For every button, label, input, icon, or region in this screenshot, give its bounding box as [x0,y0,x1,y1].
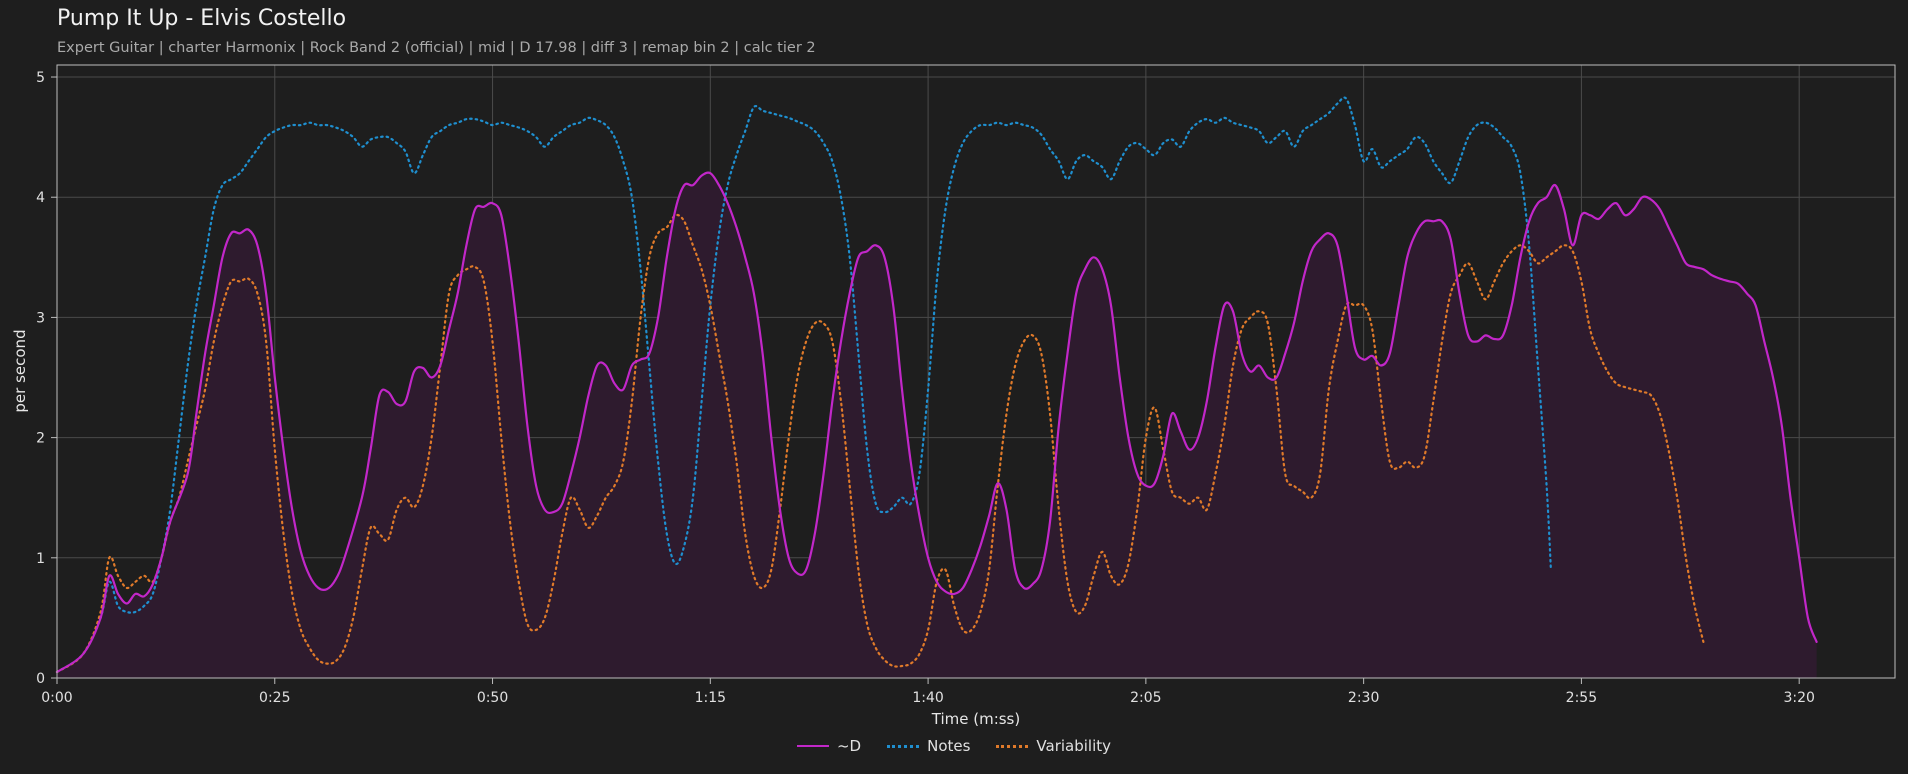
x-tick-label: 0:25 [259,690,290,706]
legend-swatch-d [796,745,829,747]
x-tick-label: 2:55 [1566,690,1597,706]
x-tick-label: 1:15 [695,690,726,706]
x-tick-label: 2:05 [1130,690,1161,706]
x-tick-label: 1:40 [912,690,943,706]
legend: ~D Notes Variability [0,737,1908,755]
legend-swatch-notes [887,744,920,748]
legend-label-d: ~D [836,737,862,755]
y-tick-label: 4 [36,190,45,206]
legend-item-notes[interactable]: Notes [887,737,970,755]
x-tick-label: 2:30 [1348,690,1379,706]
legend-label-variability: Variability [1036,737,1112,755]
y-tick-label: 2 [36,431,45,447]
fill-layer [57,172,1817,678]
x-tick-label: 0:50 [477,690,508,706]
x-tick-label: 3:20 [1783,690,1814,706]
legend-item-variability[interactable]: Variability [996,737,1111,755]
x-tick-label: 0:00 [41,690,72,706]
series-d-area [57,172,1817,678]
legend-swatch-variability [996,744,1029,748]
line-chart: 0:00 0:25 0:50 1:15 1:40 2:05 2:30 2:55 3:20 0 1 2 3… [11,64,1896,728]
x-axis-label: Time (m:ss) [931,710,1020,728]
y-tick-label: 0 [36,671,45,687]
legend-item-d[interactable]: ~D [796,737,862,755]
legend-label-notes: Notes [927,737,971,755]
y-tick-label: 5 [36,70,45,86]
y-tick-label: 3 [36,310,45,326]
y-tick-label: 1 [36,551,45,567]
y-axis-label: per second [11,329,29,412]
